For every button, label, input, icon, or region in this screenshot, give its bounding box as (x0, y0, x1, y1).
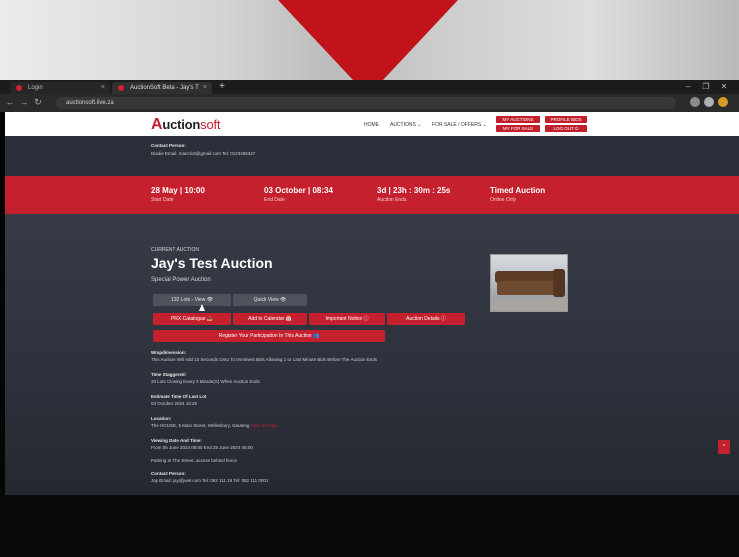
profile-icon[interactable] (704, 97, 714, 107)
start-date-label: Start Date (151, 197, 174, 203)
add-to-calendar-button[interactable]: Add to Calendar 📅 (233, 313, 307, 325)
browser-tab-login[interactable]: Login × (10, 82, 110, 94)
menu-icon[interactable] (718, 97, 728, 107)
top-contact-section (5, 136, 739, 176)
detail-heading: Contact Person: (151, 471, 186, 476)
close-tab-icon[interactable]: × (101, 82, 105, 94)
maximize-button[interactable]: ❐ (698, 80, 714, 94)
detail-heading: Viewing Date And Time: (151, 438, 202, 443)
end-date-label: End Date (264, 197, 285, 203)
site-logo[interactable]: Auctionsoft (151, 116, 221, 134)
logo-suffix: soft (200, 117, 221, 132)
countdown-value: 3d | 23h : 30m : 25s (377, 186, 451, 195)
auction-type-label: Online Only (490, 197, 517, 203)
location-row: The HOUSE, 5 Main Street, Wellesbury, Ga… (151, 423, 277, 428)
catalogue-button[interactable]: PRX Catalogue 📥 (153, 313, 231, 325)
detail-text: 20 Lots Closing Every 3 Minute(S) When A… (151, 379, 260, 384)
top-contact-heading: Contact Person: (151, 143, 186, 148)
scroll-to-top-button[interactable]: ^ (718, 440, 730, 454)
nav-for-sale[interactable]: FOR SALE / OFFERS ⌄ (432, 122, 487, 128)
address-bar[interactable]: auctionsoft.live.za (56, 97, 676, 109)
background-bottom (0, 495, 739, 557)
tab-label: AuctionSoft Beta - Jay's T (130, 85, 199, 91)
auction-subtitle: Special Power Auction (151, 277, 211, 283)
important-notice-button[interactable]: Important Notice ⓘ (309, 313, 385, 325)
detail-heading: Wrapdimension: (151, 350, 187, 355)
detail-heading: Location: (151, 416, 172, 421)
auction-info-band (5, 176, 739, 214)
detail-text: 03 October 2024 15:26 (151, 401, 198, 406)
log-out-button[interactable]: LOG OUT ⏻ (545, 125, 587, 132)
top-contact-details: Diadie Email: mancrist@gmail.com Tel: 01… (151, 151, 256, 156)
auction-type-value: Timed Auction (490, 186, 546, 195)
start-date-value: 28 May | 10:00 (151, 186, 205, 195)
detail-text: This Auction Will Add 10 Seconds Onto To… (151, 357, 377, 362)
logo-word: uction (162, 117, 201, 132)
nav-home[interactable]: HOME (364, 122, 379, 128)
image-sofa-arm (553, 269, 565, 297)
detail-heading: Time Staggered: (151, 372, 187, 377)
detail-text: Jay Email: jay@jwel.com Tel: 082 111 19 … (151, 478, 269, 483)
browser-tab-strip (0, 80, 739, 94)
view-map-link[interactable]: View on map (251, 423, 277, 428)
location-text: The HOUSE, 5 Main Street, Wellesbury, Ga… (151, 423, 250, 428)
my-for-sale-button[interactable]: MY FOR SALE (496, 125, 540, 132)
current-auction-label: CURRENT AUCTION (151, 247, 199, 253)
image-floor (491, 299, 567, 311)
forward-button[interactable]: → (18, 96, 30, 108)
mouse-cursor (199, 304, 205, 311)
favicon-icon (16, 85, 22, 91)
auction-details-button[interactable]: Auction Details ⓘ (387, 313, 465, 325)
register-participation-button[interactable]: Register Your Participation In This Auct… (153, 330, 385, 342)
minimize-button[interactable]: – (680, 80, 696, 94)
detail-heading: Estimate Time Of Last Lot (151, 394, 207, 399)
tab-label: Login (28, 85, 43, 91)
countdown-label: Auction Ends (377, 197, 407, 203)
detail-text: Parking In The Street, access behind fen… (151, 458, 237, 463)
close-window-button[interactable]: ✕ (716, 80, 732, 94)
profile-bids-button[interactable]: PROFILE BIDS (545, 116, 587, 123)
favicon-icon (118, 85, 124, 91)
view-lots-button[interactable]: 132 Lots - View 👁 (153, 294, 231, 306)
extension-icon[interactable] (690, 97, 700, 107)
image-sofa-seat (497, 281, 561, 295)
logo-letter: A (151, 116, 163, 133)
browser-tab-auction[interactable]: AuctionSoft Beta - Jay's T × (112, 82, 212, 94)
my-auctions-button[interactable]: MY AUCTIONS (496, 116, 540, 123)
nav-auctions[interactable]: AUCTIONS ⌄ (390, 122, 421, 128)
back-button[interactable]: ← (4, 96, 16, 108)
detail-text: From 05 June 2024 08:00 End 25 June 2024… (151, 445, 253, 450)
close-tab-icon[interactable]: × (203, 82, 207, 94)
auction-title: Jay's Test Auction (151, 255, 273, 271)
end-date-value: 03 October | 08:34 (264, 186, 333, 195)
reload-button[interactable]: ↻ (32, 96, 44, 108)
auction-main-section (5, 214, 739, 495)
quick-view-button[interactable]: Quick View 👁 (233, 294, 307, 306)
new-tab-button[interactable]: + (216, 81, 228, 93)
auction-thumbnail-image[interactable] (490, 254, 568, 312)
